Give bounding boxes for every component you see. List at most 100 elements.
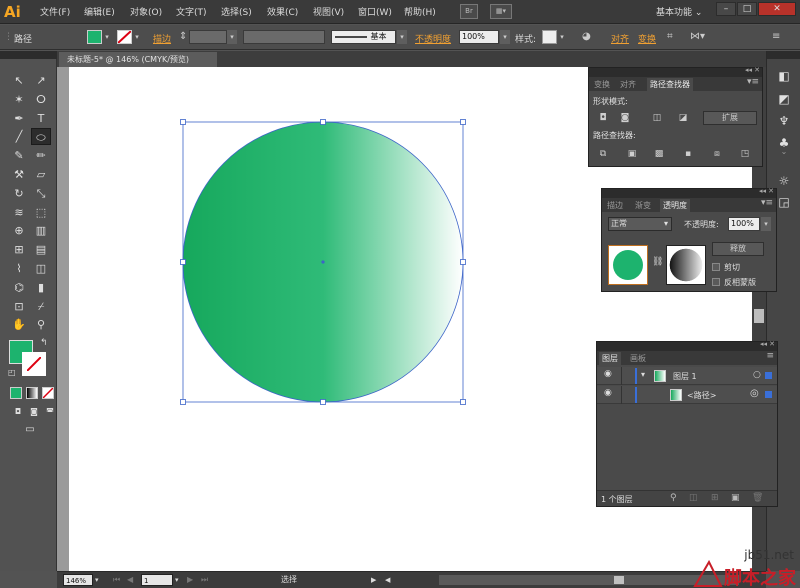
column-graph-tool-icon[interactable]: ▮: [31, 279, 51, 296]
resize-handle[interactable]: [460, 259, 466, 265]
expand-button[interactable]: 扩展: [703, 111, 757, 125]
new-layer-icon[interactable]: ▣: [731, 493, 740, 503]
release-button[interactable]: 释放: [712, 242, 764, 256]
none-mode-icon[interactable]: [42, 387, 54, 399]
tab-transparency[interactable]: 透明度: [660, 199, 690, 212]
scroll-thumb[interactable]: [614, 576, 624, 584]
gradient-tool-icon[interactable]: ▤: [31, 241, 51, 258]
chevron-down-icon[interactable]: ▾: [95, 574, 99, 586]
rotate-tool-icon[interactable]: ↻: [9, 185, 29, 202]
menu-effect[interactable]: 效果(C): [267, 5, 298, 18]
restore-button[interactable]: □: [737, 2, 757, 16]
symbol-sprayer-tool-icon[interactable]: ⌬: [9, 279, 29, 296]
free-transform-tool-icon[interactable]: ⬚: [31, 204, 51, 221]
tab-align[interactable]: 对齐: [617, 78, 639, 91]
target-icon[interactable]: ○: [753, 370, 761, 380]
line-tool-icon[interactable]: ╱: [9, 128, 29, 145]
selection-tool-icon[interactable]: ↖: [9, 72, 29, 89]
blend-tool-icon[interactable]: ◫: [31, 260, 51, 277]
menu-object[interactable]: 对象(O): [130, 5, 162, 18]
collapse-icon[interactable]: ◂◂: [759, 187, 766, 195]
pen-tool-icon[interactable]: ✒: [9, 110, 29, 127]
selection-indicator[interactable]: [765, 391, 772, 398]
menu-window[interactable]: 窗口(W): [358, 5, 392, 18]
artboard-field[interactable]: 1: [141, 574, 173, 586]
scroll-left-icon[interactable]: ◀: [385, 574, 390, 586]
stroke-color-swatch[interactable]: [117, 30, 132, 44]
zoom-tool-icon[interactable]: ⚲: [31, 316, 51, 333]
menu-file[interactable]: 文件(F): [40, 5, 70, 18]
minus-back-icon[interactable]: ◳: [739, 148, 751, 160]
menu-help[interactable]: 帮助(H): [404, 5, 436, 18]
visibility-eye-icon[interactable]: ◉: [604, 369, 612, 379]
minus-front-icon[interactable]: ◙: [619, 112, 631, 124]
panel-menu-icon[interactable]: ≡: [766, 351, 774, 361]
chevron-down-icon[interactable]: ⌄: [774, 143, 794, 161]
chevron-down-icon[interactable]: ▾: [227, 30, 237, 44]
selection-indicator[interactable]: [765, 372, 772, 379]
perspective-grid-tool-icon[interactable]: ▥: [31, 222, 51, 239]
eyedropper-tool-icon[interactable]: ⌇: [9, 260, 29, 277]
tab-pathfinder[interactable]: 路径查找器: [647, 78, 693, 91]
panel-title-bar[interactable]: ◂◂ ✕: [602, 187, 776, 198]
hand-tool-icon[interactable]: ✋: [9, 316, 29, 333]
arrange-documents-icon[interactable]: ▦▾: [490, 4, 512, 19]
chevron-down-icon[interactable]: ▾: [557, 30, 567, 44]
variable-width-profile[interactable]: [243, 30, 325, 44]
color-mode-icon[interactable]: [10, 387, 22, 399]
resize-handle[interactable]: [320, 399, 326, 405]
trash-icon[interactable]: 🗑: [752, 493, 763, 503]
isolate-icon[interactable]: ⌗: [667, 31, 673, 43]
ellipse-tool-icon[interactable]: ⬭: [31, 128, 51, 146]
target-selected-icon[interactable]: ◎: [750, 388, 759, 399]
stroke-style-select[interactable]: 基本: [331, 30, 396, 44]
menu-view[interactable]: 视图(V): [313, 5, 344, 18]
align-link[interactable]: 对齐: [611, 32, 629, 45]
close-icon[interactable]: ✕: [769, 340, 775, 348]
tab-artboards[interactable]: 画板: [627, 352, 649, 365]
gradient-mode-icon[interactable]: [26, 387, 38, 399]
scale-tool-icon[interactable]: ⤡: [31, 185, 51, 202]
document-tab[interactable]: 未标题-5* @ 146% (CMYK/预览): [59, 52, 217, 67]
chevron-down-icon[interactable]: ▾: [102, 30, 112, 44]
panel-menu-icon[interactable]: ▾≡: [761, 198, 773, 208]
panel-menu-icon[interactable]: ≡: [772, 31, 780, 43]
expand-triangle-icon[interactable]: ▾: [641, 370, 645, 379]
resize-handle[interactable]: [180, 119, 186, 125]
default-fill-stroke-icon[interactable]: ◰: [8, 368, 16, 377]
bridge-icon[interactable]: Br: [460, 4, 478, 19]
prev-artboard-icon[interactable]: ◀: [127, 574, 133, 586]
layer-row[interactable]: ◉ ▾ 图层 1 ○: [597, 367, 777, 385]
paintbrush-tool-icon[interactable]: ✎: [9, 147, 29, 164]
crop-icon[interactable]: ▪: [682, 148, 694, 160]
shape-builder-tool-icon[interactable]: ⊕: [9, 222, 29, 239]
visibility-eye-icon[interactable]: ◉: [604, 388, 612, 398]
screen-mode-icon[interactable]: ▭: [20, 421, 40, 438]
zoom-field[interactable]: 146%: [63, 574, 93, 586]
exclude-icon[interactable]: ◪: [677, 112, 689, 124]
transform-link[interactable]: 变换: [638, 32, 656, 45]
opacity-link[interactable]: 不透明度: [415, 32, 451, 45]
link-icon[interactable]: ⛓: [652, 257, 663, 271]
mesh-tool-icon[interactable]: ⊞: [9, 241, 29, 258]
tab-transform[interactable]: 变换: [591, 78, 613, 91]
first-artboard-icon[interactable]: ⏮: [113, 574, 120, 586]
resize-handle[interactable]: [320, 119, 326, 125]
resize-handle[interactable]: [180, 259, 186, 265]
divide-icon[interactable]: ⧉: [597, 148, 609, 160]
slice-tool-icon[interactable]: ⌿: [31, 298, 51, 315]
tab-gradient[interactable]: 渐变: [632, 199, 654, 212]
merge-icon[interactable]: ▩: [653, 148, 665, 160]
pencil-tool-icon[interactable]: ✏: [31, 147, 51, 164]
locate-object-icon[interactable]: ⚲: [670, 493, 677, 503]
minimize-button[interactable]: –: [716, 2, 736, 16]
path-name[interactable]: <路径>: [687, 390, 716, 401]
mask-thumbnail[interactable]: [666, 245, 706, 285]
chevron-down-icon[interactable]: ▾: [132, 30, 142, 44]
unite-icon[interactable]: ◘: [597, 112, 609, 124]
type-tool-icon[interactable]: T: [31, 110, 51, 127]
warp-tool-icon[interactable]: ≋: [9, 204, 29, 221]
last-artboard-icon[interactable]: ⏭: [201, 574, 208, 586]
brushes-icon[interactable]: ♆: [774, 112, 794, 130]
collapse-icon[interactable]: ◂◂: [760, 340, 767, 348]
